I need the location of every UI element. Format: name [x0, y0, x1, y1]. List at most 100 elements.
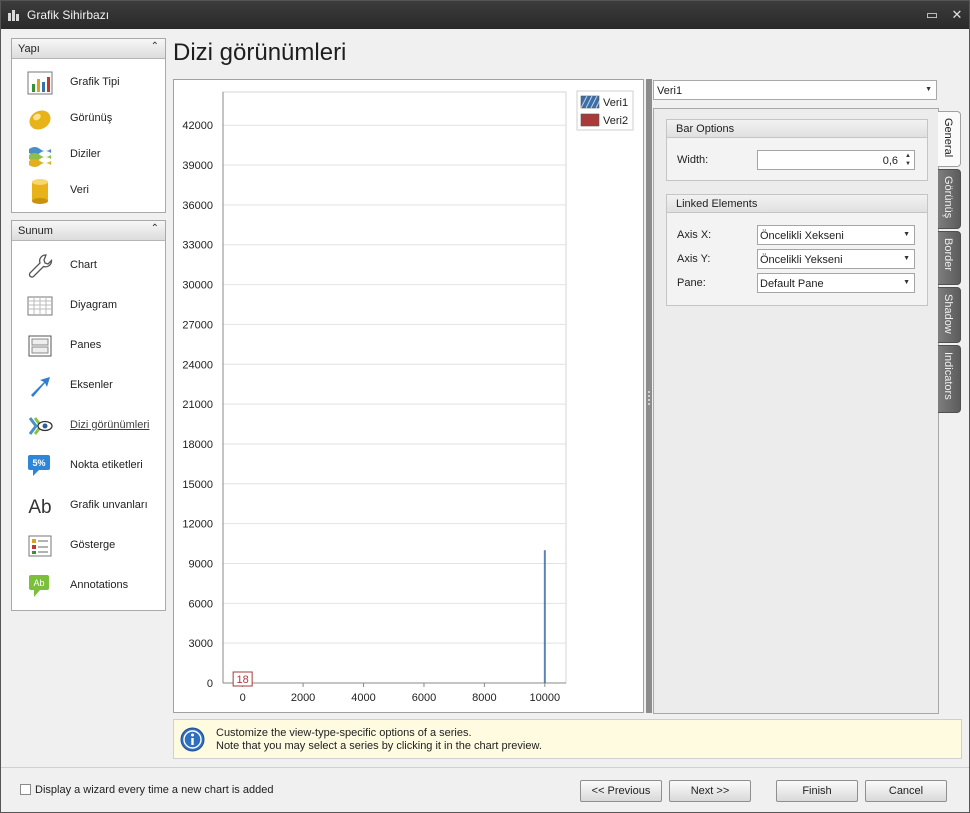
chart-type-icon [27, 71, 53, 95]
plot-area[interactable] [222, 91, 567, 684]
axis-y-label: Axis Y: [677, 253, 711, 265]
hint-line-1: Customize the view-type-specific options… [216, 727, 472, 739]
bar-options-group: Bar Options Width: 0,6 ▲ ▼ [666, 119, 928, 181]
page-title: Dizi görünümleri [173, 39, 347, 66]
nav-item-label: Panes [70, 339, 102, 351]
previous-button[interactable]: << Previous [580, 780, 662, 802]
y-tick-label: 9000 [189, 558, 213, 570]
spin-arrows-icon[interactable]: ▲ ▼ [905, 152, 911, 168]
cancel-button[interactable]: Cancel [865, 780, 947, 802]
wrench-icon [28, 254, 53, 278]
group-title: Bar Options [667, 120, 927, 138]
y-tick-label: 3000 [189, 638, 213, 650]
nav-item-veri[interactable]: Veri [24, 174, 162, 208]
x-tick-label: 0 [240, 692, 246, 704]
x-tick-label: 6000 [412, 692, 436, 704]
width-spin-input[interactable]: 0,6 ▲ ▼ [757, 150, 915, 170]
legend-icon [28, 535, 52, 557]
pane-select[interactable]: Default Pane ▼ [757, 273, 915, 293]
title-bar: Grafik Sihirbazı ▭ ✕ [1, 1, 969, 29]
pane-value: Default Pane [760, 278, 824, 290]
tab-general[interactable]: General [938, 111, 961, 167]
axes-arrow-icon [31, 377, 50, 397]
axis-x-row: Axis X: Öncelikli Xekseni ▼ [677, 225, 917, 245]
y-tick-label: 30000 [182, 280, 213, 292]
series-select[interactable]: Veri1 ▼ [653, 80, 937, 100]
collapse-chevron-icon[interactable]: ⌃ [151, 41, 159, 52]
nav-item-label: Chart [70, 259, 97, 271]
show-wizard-checkbox[interactable] [20, 784, 31, 795]
chart-preview[interactable]: 0 3000 6000 9000 12000 15000 18000 21000 24000 27… [174, 80, 643, 712]
linked-elements-group: Linked Elements Axis X: Öncelikli Xeksen… [666, 194, 928, 306]
axis-y-select[interactable]: Öncelikli Yekseni ▼ [757, 249, 915, 269]
nav-item-annotations[interactable]: Ab Annotations [24, 569, 162, 603]
nav-item-label: Dizi görünümleri [70, 419, 150, 431]
collapse-chevron-icon[interactable]: ⌃ [151, 223, 159, 234]
pane-row: Pane: Default Pane ▼ [677, 273, 917, 293]
group-title: Linked Elements [667, 195, 927, 213]
dropdown-arrow-icon: ▼ [903, 255, 910, 262]
tab-shadow[interactable]: Shadow [938, 287, 961, 343]
nav-item-label: Grafik unvanları [70, 499, 148, 511]
axis-x-select[interactable]: Öncelikli Xekseni ▼ [757, 225, 915, 245]
dropdown-arrow-icon: ▼ [925, 86, 932, 93]
x-tick-label: 2000 [291, 692, 315, 704]
window-title: Grafik Sihirbazı [27, 8, 110, 22]
axis-y-value: Öncelikli Yekseni [760, 254, 843, 266]
series-icon [29, 147, 51, 167]
next-button[interactable]: Next >> [669, 780, 751, 802]
nav-group-title: Yapı [18, 43, 40, 55]
nav-item-label: Veri [70, 184, 89, 196]
tab-border[interactable]: Border [938, 231, 961, 285]
tab-label: Görünüş [942, 176, 954, 219]
tab-label: General [942, 118, 954, 158]
nav-item-eksenler[interactable]: Eksenler [24, 369, 162, 403]
nav-item-dizi-gorunumleri[interactable]: Dizi görünümleri [24, 409, 162, 443]
y-tick-label: 12000 [182, 519, 213, 531]
x-tick-label: 10000 [530, 692, 561, 704]
series-options-panel: Bar Options Width: 0,6 ▲ ▼ Linked Element… [653, 108, 939, 714]
data-icon [32, 179, 48, 204]
diagram-icon [27, 296, 53, 316]
nav-group-header[interactable]: Yapı ⌃ [12, 39, 165, 59]
chart-preview-panel[interactable]: 0 3000 6000 9000 12000 15000 18000 21000 24000 27… [173, 79, 644, 713]
legend-label: Veri1 [603, 97, 628, 109]
tab-indicators[interactable]: Indicators [938, 345, 961, 413]
nav-item-panes[interactable]: Panes [24, 329, 162, 363]
nav-group-header[interactable]: Sunum ⌃ [12, 221, 165, 241]
y-tick-label: 15000 [182, 479, 213, 491]
wizard-app-icon [8, 10, 19, 21]
tab-gorunus[interactable]: Görünüş [938, 169, 961, 229]
tab-label: Border [942, 238, 954, 272]
nav-item-gorunus[interactable]: Görünüş [24, 102, 162, 136]
nav-item-diziler[interactable]: Diziler [24, 138, 162, 172]
minimize-button[interactable]: ▭ [923, 6, 941, 24]
panes-icon [28, 335, 52, 357]
series-views-icon [28, 417, 53, 435]
width-row: Width: 0,6 ▲ ▼ [677, 150, 917, 170]
nav-item-gosterge[interactable]: Gösterge [24, 529, 162, 563]
y-tick-label: 33000 [182, 240, 213, 252]
nav-item-label: Annotations [70, 579, 129, 591]
axis-y-row: Axis Y: Öncelikli Yekseni ▼ [677, 249, 917, 269]
dropdown-arrow-icon: ▼ [903, 231, 910, 238]
y-tick-label: 21000 [182, 399, 213, 411]
nav-item-diyagram[interactable]: Diyagram [24, 289, 162, 323]
finish-button[interactable]: Finish [776, 780, 858, 802]
nav-item-label: Grafik Tipi [70, 76, 120, 88]
nav-item-grafik-tipi[interactable]: Grafik Tipi [24, 66, 162, 100]
nav-item-nokta-etiketleri[interactable]: 5% Nokta etiketleri [24, 449, 162, 483]
legend-swatch [580, 113, 600, 127]
appearance-icon [29, 110, 51, 130]
series-bar-veri1[interactable] [543, 550, 546, 683]
nav-item-label: Eksenler [70, 379, 113, 391]
annotations-badge: Ab [33, 578, 44, 588]
show-wizard-label[interactable]: Display a wizard every time a new chart … [35, 784, 273, 796]
point-labels-badge: 5% [32, 458, 45, 468]
nav-item-chart[interactable]: Chart [24, 249, 162, 283]
nav-item-label: Diziler [70, 148, 101, 160]
splitter-grip [648, 391, 650, 405]
panel-splitter[interactable] [646, 79, 652, 713]
close-button[interactable]: ✕ [948, 6, 966, 24]
nav-item-grafik-unvanlari[interactable]: Ab Grafik unvanları [24, 489, 162, 523]
